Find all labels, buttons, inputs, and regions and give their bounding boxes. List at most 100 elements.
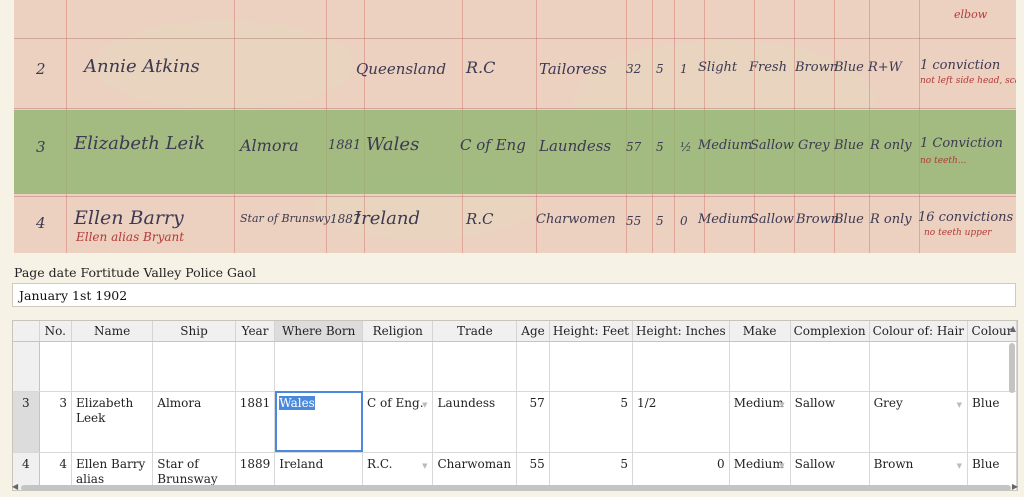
- col-header-no[interactable]: No.: [39, 321, 72, 342]
- page-date-input[interactable]: January 1st 1902: [12, 283, 1016, 307]
- cell-hair-text: Brown: [873, 456, 914, 471]
- col-header-age[interactable]: Age: [516, 321, 550, 342]
- scan-other: R only: [870, 138, 912, 153]
- col-header-religion[interactable]: Religion: [362, 321, 434, 342]
- scan-remarks: 16 convictions: [918, 210, 1014, 225]
- scan-eyes: Blue: [834, 60, 864, 75]
- page-date-label: Page date Fortitude Valley Police Gaol: [14, 265, 256, 280]
- col-header-name[interactable]: Name: [71, 321, 154, 342]
- transcription-grid[interactable]: No. Name Ship Year Where Born Religion T…: [12, 320, 1018, 491]
- corner-header[interactable]: [13, 321, 40, 342]
- scan-feet: 5: [656, 140, 664, 154]
- scan-make: Medium: [698, 212, 753, 227]
- scan-age: 57: [626, 140, 642, 154]
- dropdown-arrow-icon[interactable]: ▼: [957, 459, 962, 474]
- cell-where-born-text: Wales: [279, 395, 315, 410]
- scan-religion: C of Eng: [460, 136, 526, 154]
- col-header-ship[interactable]: Ship: [152, 321, 236, 342]
- table-cell[interactable]: [632, 341, 730, 392]
- cell-religion-text: C of Eng.: [367, 395, 424, 410]
- scan-hair: Brown: [796, 212, 840, 227]
- register-scan-image: elbow 2 Annie Atkins Queensland R.C Tail…: [14, 0, 1016, 253]
- col-header-where-born[interactable]: Where Born: [274, 321, 364, 342]
- cell-make[interactable]: Medium ▼: [729, 391, 791, 453]
- col-header-height-inches[interactable]: Height: Inches: [632, 321, 730, 342]
- scan-year: 1881: [328, 138, 362, 153]
- table-cell[interactable]: [362, 341, 434, 392]
- cell-eyes[interactable]: Blue: [967, 391, 1017, 453]
- cell-religion[interactable]: C of Eng. ▼: [362, 391, 434, 453]
- scan-eyes: Blue: [834, 138, 864, 153]
- scan-complexion: Sallow: [750, 138, 794, 153]
- cell-make-text: Medium: [733, 395, 784, 410]
- cell-year[interactable]: 1881: [235, 391, 276, 453]
- scan-make: Slight: [698, 60, 738, 75]
- table-cell[interactable]: [790, 341, 870, 392]
- cell-complexion[interactable]: Sallow: [790, 391, 870, 453]
- scan-born: Wales: [366, 134, 420, 155]
- col-header-trade[interactable]: Trade: [432, 321, 518, 342]
- col-header-year[interactable]: Year: [235, 321, 276, 342]
- scan-inches: 1: [680, 62, 688, 76]
- cell-trade[interactable]: Laundess: [432, 391, 518, 453]
- scan-no: 2: [36, 60, 46, 78]
- scan-make: Medium: [698, 138, 753, 153]
- cell-no[interactable]: 3: [39, 391, 72, 453]
- scan-born: Ireland: [354, 208, 420, 229]
- cell-age[interactable]: 57: [516, 391, 550, 453]
- table-cell[interactable]: [235, 341, 276, 392]
- row-header[interactable]: [13, 341, 40, 392]
- scan-trade: Charwomen: [536, 212, 616, 227]
- scan-note: elbow: [954, 8, 988, 21]
- dropdown-arrow-icon[interactable]: ▼: [957, 398, 962, 413]
- cell-hair[interactable]: Grey ▼: [869, 391, 969, 453]
- cell-where-born-selected[interactable]: Wales: [274, 391, 364, 453]
- table-row[interactable]: [13, 341, 1017, 392]
- table-cell[interactable]: [39, 341, 72, 392]
- horizontal-scrollbar-track[interactable]: ◀ ▶: [12, 482, 1018, 493]
- scan-age: 55: [626, 214, 642, 228]
- table-cell[interactable]: [274, 341, 364, 392]
- dropdown-arrow-icon[interactable]: ▼: [422, 398, 427, 413]
- scan-other: R+W: [868, 60, 903, 75]
- scan-no: 3: [36, 138, 46, 156]
- table-cell[interactable]: [869, 341, 969, 392]
- table-cell[interactable]: [516, 341, 550, 392]
- scan-alias: Ellen alias Bryant: [76, 230, 185, 244]
- table-cell[interactable]: [729, 341, 791, 392]
- scan-no: 4: [36, 214, 46, 232]
- table-cell[interactable]: [152, 341, 236, 392]
- dropdown-arrow-icon[interactable]: ▼: [779, 398, 784, 413]
- col-header-hair[interactable]: Colour of: Hair: [869, 321, 969, 342]
- dropdown-arrow-icon[interactable]: ▼: [422, 459, 427, 474]
- col-header-height-feet[interactable]: Height: Feet: [549, 321, 634, 342]
- scan-remarks: 1 Conviction: [920, 136, 1003, 151]
- scroll-right-icon[interactable]: ▶: [1012, 482, 1018, 491]
- scan-eyes: Blue: [834, 212, 864, 227]
- scan-age: 32: [626, 62, 642, 76]
- scroll-up-icon[interactable]: ▲: [1010, 324, 1016, 333]
- scroll-left-icon[interactable]: ◀: [12, 482, 18, 491]
- cell-ship[interactable]: Almora: [152, 391, 236, 453]
- scan-trade: Tailoress: [539, 60, 607, 78]
- cell-religion-text: R.C.: [367, 456, 393, 471]
- table-cell[interactable]: [71, 341, 154, 392]
- scan-trade: Laundess: [539, 137, 612, 155]
- scan-born: Queensland: [356, 60, 447, 78]
- dropdown-arrow-icon[interactable]: ▼: [779, 459, 784, 474]
- table-cell[interactable]: [432, 341, 518, 392]
- table-row[interactable]: 3 3 Elizabeth Leek Almora 1881 Wales C o…: [13, 391, 1017, 453]
- col-header-complexion[interactable]: Complexion: [790, 321, 870, 342]
- row-header[interactable]: 3: [13, 391, 40, 453]
- scan-hair: Grey: [798, 138, 830, 153]
- cell-height-inches[interactable]: 1/2: [632, 391, 730, 453]
- scan-other: R only: [870, 212, 912, 227]
- col-header-make[interactable]: Make: [729, 321, 791, 342]
- table-cell[interactable]: [549, 341, 634, 392]
- vertical-scrollbar[interactable]: [1009, 343, 1015, 393]
- horizontal-scrollbar[interactable]: [21, 485, 1011, 491]
- scan-remarks: 1 conviction: [920, 58, 1001, 73]
- cell-height-feet[interactable]: 5: [549, 391, 634, 453]
- cell-name[interactable]: Elizabeth Leek: [71, 391, 154, 453]
- cell-make-text: Medium: [733, 456, 784, 471]
